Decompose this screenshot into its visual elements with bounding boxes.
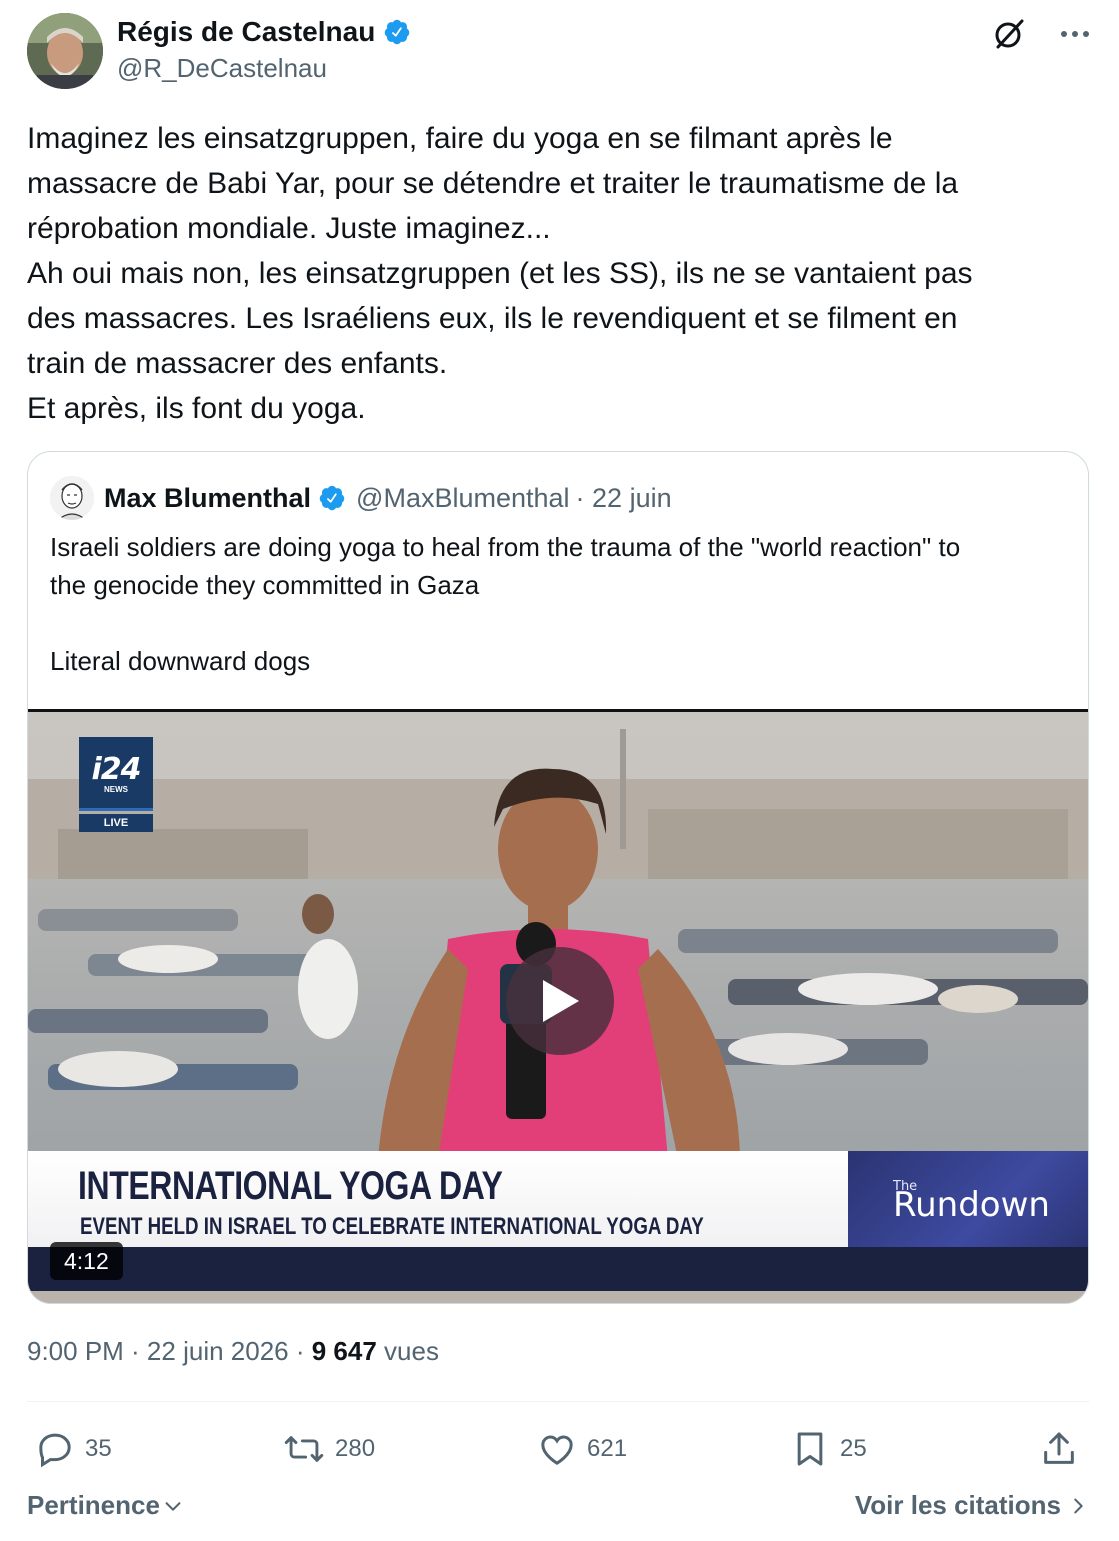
bookmark-count: 25 [840, 1435, 867, 1462]
reply-button[interactable]: 35 [35, 1425, 112, 1473]
more-options-icon[interactable] [1057, 16, 1093, 52]
video-bottom-bar [28, 1247, 1088, 1291]
i24-logo: i24 NEWS LIVE [79, 737, 153, 833]
view-quotes-label: Voir les citations [854, 1490, 1061, 1520]
author-avatar[interactable] [27, 13, 103, 89]
post-text-line: réprobation mondiale. Juste imaginez... [27, 212, 551, 245]
play-button[interactable] [506, 947, 614, 1055]
post-text: Imaginez les einsatzgruppen, faire du yo… [27, 116, 1091, 431]
post-text-line: Imaginez les einsatzgruppen, faire du yo… [27, 122, 893, 155]
heart-icon [541, 1435, 573, 1465]
divider [27, 1401, 1089, 1402]
quoted-post-header: Max Blumenthal @MaxBlumenthal · 22 juin [50, 476, 672, 520]
banner-title: INTERNATIONAL YOGA DAY [78, 1164, 503, 1208]
chevron-down-icon [165, 1501, 181, 1511]
repost-count: 280 [335, 1435, 376, 1462]
sort-dropdown[interactable]: Pertinence [27, 1490, 184, 1521]
bookmark-button[interactable]: 25 [790, 1425, 867, 1473]
video-banner: INTERNATIONAL YOGA DAY EVENT HELD IN ISR… [28, 1151, 848, 1247]
author-handle[interactable]: @R_DeCastelnau [117, 53, 411, 84]
post-text-line: des massacres. Les Israéliens eux, ils l… [27, 302, 958, 335]
repost-icon [284, 1436, 324, 1462]
author-name[interactable]: Régis de Castelnau [117, 16, 375, 48]
banner-subtitle: EVENT HELD IN ISRAEL TO CELEBRATE INTERN… [80, 1213, 704, 1240]
quoted-post[interactable]: Max Blumenthal @MaxBlumenthal · 22 juin … [27, 451, 1089, 1304]
bookmark-icon [797, 1432, 823, 1466]
quoted-author-handle[interactable]: @MaxBlumenthal [356, 483, 570, 514]
quoted-text-line [50, 604, 1080, 642]
views-count: 9 647 [311, 1336, 377, 1366]
media-top-border [28, 709, 1088, 712]
show-logo: The Rundown [848, 1151, 1088, 1247]
quoted-text-line: Israeli soldiers are doing yoga to heal … [50, 532, 961, 562]
view-quotes-link[interactable]: Voir les citations [855, 1490, 1089, 1521]
post-text-line: massacre de Babi Yar, pour se détendre e… [27, 167, 959, 200]
post-text-line: Ah oui mais non, les einsatzgruppen (et … [27, 257, 973, 290]
logo-subtext: NEWS [104, 784, 128, 794]
grok-icon[interactable] [991, 16, 1027, 52]
post-meta: 9:00 PM · 22 juin 2026 · 9 647 vues [27, 1336, 439, 1367]
verified-badge-icon [318, 484, 346, 512]
play-icon [543, 980, 579, 1022]
video-bottom-strip [28, 1291, 1088, 1303]
action-bar: 35 280 621 25 [27, 1425, 1089, 1473]
author-block: Régis de Castelnau @R_DeCastelnau [117, 14, 411, 84]
post-timestamp[interactable]: 9:00 PM · 22 juin 2026 · [27, 1336, 312, 1366]
repost-button[interactable]: 280 [283, 1425, 375, 1473]
video-player[interactable]: i24 NEWS LIVE INTERNATIONAL YOGA DAY EVE… [28, 709, 1088, 1303]
logo-text: i24 [91, 751, 141, 787]
video-duration: 4:12 [50, 1242, 123, 1280]
chevron-right-icon [1074, 1498, 1083, 1513]
share-icon [1044, 1432, 1074, 1464]
share-button[interactable] [1039, 1425, 1089, 1473]
live-badge: LIVE [79, 814, 153, 832]
reply-icon [39, 1433, 71, 1468]
show-logo-name: Rundown [893, 1185, 1050, 1225]
sort-label: Pertinence [27, 1490, 160, 1520]
quoted-author-name[interactable]: Max Blumenthal [104, 483, 311, 514]
quoted-text-line: the genocide they committed in Gaza [50, 570, 480, 600]
like-button[interactable]: 621 [537, 1425, 627, 1473]
post-text-line: train de massacrer des enfants. [27, 347, 448, 380]
reply-count: 35 [85, 1435, 112, 1462]
post-text-line: Et après, ils font du yoga. [27, 392, 366, 425]
quoted-text-line: Literal downward dogs [50, 646, 311, 676]
top-actions [991, 16, 1093, 52]
verified-badge-icon [383, 18, 411, 46]
quoted-post-text: Israeli soldiers are doing yoga to heal … [50, 528, 1080, 680]
quoted-author-avatar[interactable] [50, 476, 94, 520]
quoted-post-date[interactable]: · 22 juin [576, 483, 672, 514]
views-label: vues [376, 1336, 439, 1366]
like-count: 621 [587, 1435, 628, 1462]
